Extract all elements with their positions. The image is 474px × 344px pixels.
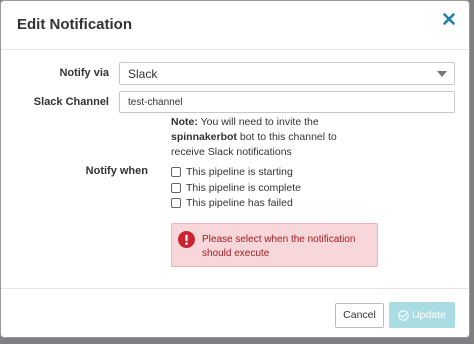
checkbox-pipeline-failed-row[interactable]: This pipeline has failed [171,196,293,210]
modal-header: Edit Notification [1,1,469,50]
checkbox-label: This pipeline is starting [186,166,293,178]
modal-title: Edit Notification [17,16,132,33]
check-circle-icon [398,309,409,321]
note-prefix: Note: [171,116,198,128]
notify-via-label: Notify via [59,67,109,79]
notify-when-label: Notify when [85,165,148,177]
modal-footer: Cancel Update [1,288,469,337]
slack-channel-label: Slack Channel [33,96,109,108]
checkbox-pipeline-starting-row[interactable]: This pipeline is starting [171,165,293,179]
note-bot-name: spinnakerbot [171,131,237,143]
checkbox-pipeline-failed[interactable] [171,198,181,208]
validation-error-alert: Please select when the notification shou… [171,223,378,267]
notify-via-selected: Slack [128,67,158,81]
checkbox-label: This pipeline is complete [186,182,301,194]
update-button[interactable]: Update [389,302,455,328]
checkbox-label: This pipeline has failed [186,197,293,209]
checkbox-pipeline-starting[interactable] [171,167,181,177]
edit-notification-modal: Edit Notification Notify via Slack Slack… [0,0,470,338]
chevron-down-icon [437,71,447,77]
slack-channel-input[interactable] [119,91,455,113]
cancel-button[interactable]: Cancel [335,303,384,328]
update-label: Update [412,309,446,321]
notify-via-select[interactable]: Slack [119,62,455,85]
checkbox-pipeline-complete[interactable] [171,183,181,193]
note-text-before: You will need to invite the [197,116,319,128]
close-icon[interactable] [441,11,457,27]
checkbox-pipeline-complete-row[interactable]: This pipeline is complete [171,181,301,195]
invite-note: Note: You will need to invite the spinna… [171,115,371,160]
exclamation-circle-icon [178,231,195,248]
error-message: Please select when the notification shou… [202,234,356,259]
